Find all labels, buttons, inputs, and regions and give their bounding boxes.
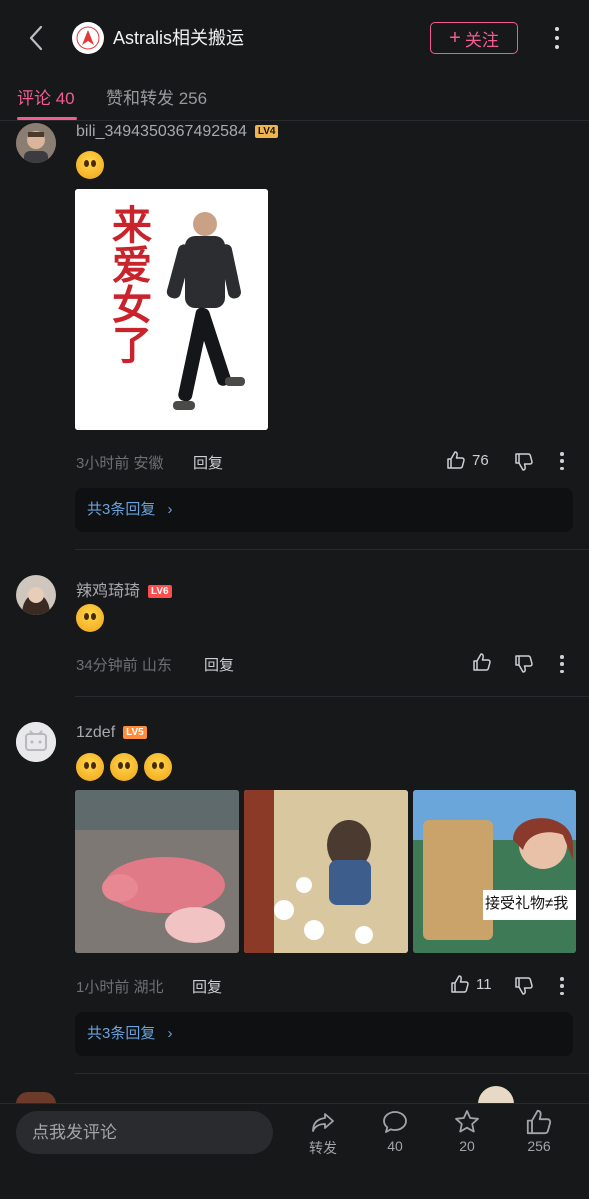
share-button[interactable]: 转发 <box>298 1108 348 1158</box>
follow-label: 关注 <box>464 30 499 50</box>
dislike-button[interactable] <box>514 976 534 1001</box>
divider <box>75 696 589 697</box>
comment-image-pig[interactable] <box>75 790 239 953</box>
thumbs-up-icon <box>473 653 491 671</box>
avatar[interactable] <box>16 123 56 163</box>
bottom-action-bar: 点我发评论 转发 40 20 256 <box>0 1103 589 1199</box>
comment-icon <box>383 1111 407 1133</box>
reply-button[interactable]: 回复 <box>204 654 234 675</box>
top-bar: Astralis相关搬运 + 关注 <box>0 0 589 76</box>
comment-image-bear[interactable] <box>244 790 408 953</box>
thumbs-up-icon <box>526 1109 552 1135</box>
username[interactable]: bili_3494350367492584 LV4 <box>76 123 279 141</box>
like-post-button[interactable]: 256 <box>514 1108 564 1154</box>
comment-more-icon[interactable] <box>558 977 566 995</box>
active-tab-indicator <box>17 117 77 120</box>
comment-count-button[interactable]: 40 <box>370 1108 420 1154</box>
tab-bar: 评论 40 赞和转发 256 <box>0 76 589 121</box>
avatar[interactable] <box>16 722 56 762</box>
comment-meta: 1小时前 湖北 <box>76 979 164 996</box>
level-badge: LV5 <box>123 726 147 739</box>
tab-comments[interactable]: 评论 40 <box>17 84 75 109</box>
tab-likes-reposts[interactable]: 赞和转发 256 <box>106 84 207 109</box>
chevron-right-icon: › <box>167 501 173 518</box>
favorite-count: 20 <box>459 1138 475 1154</box>
comment-input[interactable]: 点我发评论 <box>16 1111 273 1154</box>
thumbs-down-icon <box>515 655 533 673</box>
astralis-logo-icon <box>76 26 100 50</box>
divider <box>75 549 589 550</box>
like-count: 76 <box>472 451 489 469</box>
favorite-button[interactable]: 20 <box>442 1108 492 1154</box>
comment-item: 辣鸡琦琦 LV6 34分钟前 山东 回复 <box>0 570 589 698</box>
dislike-button[interactable] <box>514 452 534 477</box>
like-count: 11 <box>476 975 492 993</box>
level-badge: LV4 <box>254 125 279 138</box>
comment-count: 40 <box>387 1138 403 1154</box>
comment-image-game[interactable]: 接受礼物≠我 <box>413 790 576 953</box>
view-replies-button[interactable]: 共3条回复 › <box>75 1012 573 1056</box>
username[interactable]: 辣鸡琦琦 LV6 <box>76 577 172 601</box>
comment-emojis <box>76 604 104 632</box>
thumbs-up-icon <box>447 451 465 469</box>
comment-emojis <box>76 753 172 781</box>
plus-icon: + <box>449 27 461 49</box>
chevron-right-icon: › <box>167 1025 173 1042</box>
surprised-emoji-icon <box>76 151 104 179</box>
avatar[interactable] <box>478 1086 514 1104</box>
level-badge: LV6 <box>148 585 172 598</box>
like-button[interactable]: 76 <box>446 450 489 470</box>
comment-meta: 34分钟前 山东 <box>76 657 172 674</box>
image-caption: 来爱女了 <box>105 204 151 364</box>
comment-image[interactable]: 来爱女了 <box>75 189 268 430</box>
comment-item: 1zdef LV5 接受礼物≠我 1小时前 湖北 回复 11 共3条回复 › <box>0 716 589 1076</box>
comment-more-icon[interactable] <box>558 655 566 673</box>
comment-emojis <box>76 151 104 179</box>
star-icon <box>455 1110 479 1133</box>
share-icon <box>312 1113 334 1132</box>
reply-button[interactable]: 回复 <box>192 976 222 997</box>
like-post-count: 256 <box>527 1138 551 1154</box>
chevron-left-icon <box>29 25 43 51</box>
thumbs-up-icon <box>451 975 469 993</box>
comment-meta: 3小时前 安徽 <box>76 455 164 472</box>
share-label: 转发 <box>309 1140 337 1156</box>
default-avatar-icon <box>16 722 56 762</box>
back-button[interactable] <box>22 22 52 54</box>
comment-more-icon[interactable] <box>558 452 566 470</box>
avatar[interactable] <box>16 575 56 615</box>
follow-button[interactable]: + 关注 <box>430 22 518 54</box>
divider <box>75 1073 589 1074</box>
dislike-button[interactable] <box>514 654 534 679</box>
comment-item: bili_3494350367492584 LV4 来爱女了 3小时前 安徽 回复… <box>0 121 589 551</box>
thumbs-down-icon <box>515 977 533 995</box>
image-caption: 接受礼物≠我 <box>485 895 569 912</box>
page-title: Astralis相关搬运 <box>113 28 245 48</box>
more-options-icon[interactable] <box>548 24 566 52</box>
crying-emoji-icon <box>76 604 104 632</box>
thumbs-down-icon <box>515 453 533 471</box>
like-button[interactable] <box>472 652 492 672</box>
surprised-emoji-icon <box>76 753 104 781</box>
reply-button[interactable]: 回复 <box>193 452 223 473</box>
channel-logo[interactable] <box>72 22 104 54</box>
like-button[interactable]: 11 <box>450 974 492 994</box>
surprised-emoji-icon <box>144 753 172 781</box>
username[interactable]: 1zdef LV5 <box>76 724 147 742</box>
surprised-emoji-icon <box>110 753 138 781</box>
view-replies-button[interactable]: 共3条回复 › <box>75 488 573 532</box>
